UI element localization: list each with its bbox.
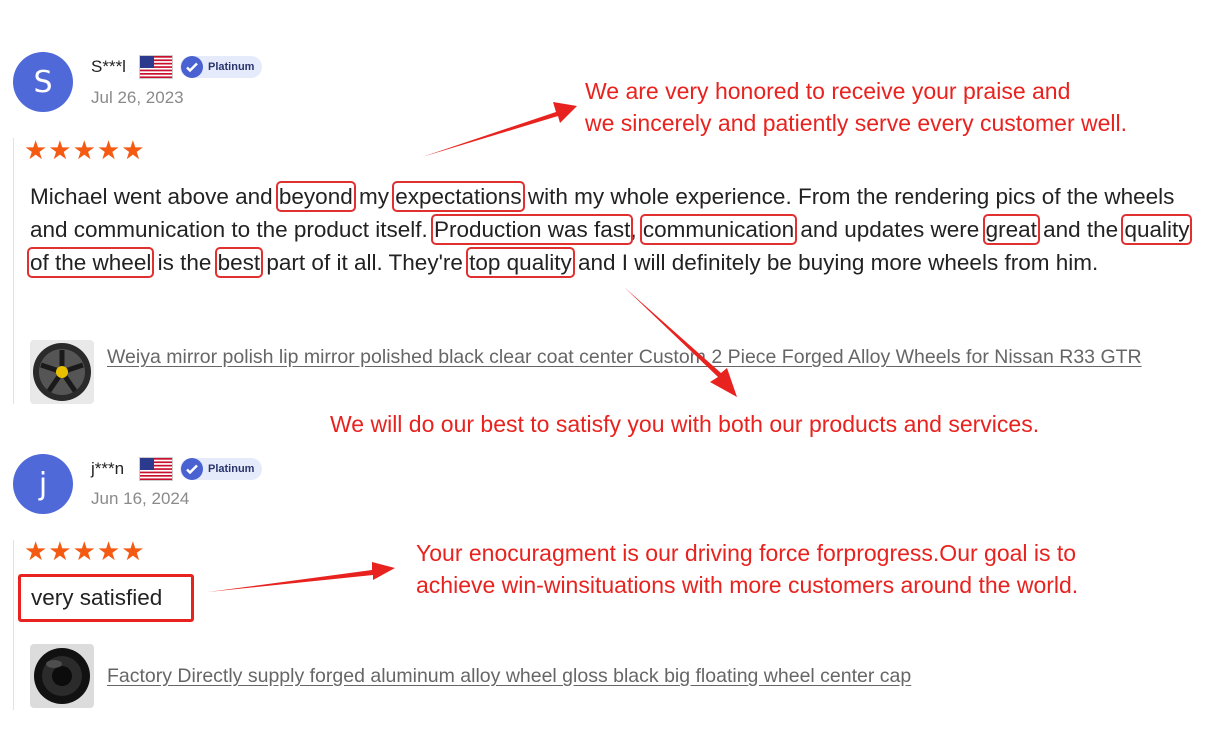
arrow-icon [422, 102, 577, 157]
arrow-icon [208, 562, 395, 592]
arrow-icon [624, 287, 737, 397]
annotation-arrows [208, 102, 737, 592]
